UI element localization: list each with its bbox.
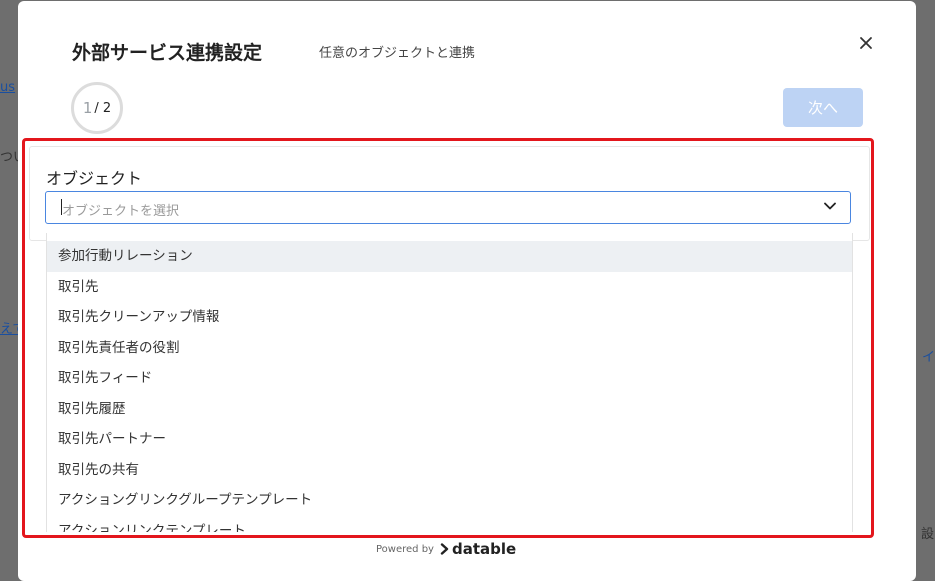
step-indicator: 1 / 2 <box>71 82 123 134</box>
step-current: 1 <box>82 99 93 117</box>
datable-logo: datable <box>440 540 516 558</box>
background-text-fragment: 設 <box>921 527 935 542</box>
background-text-fragment: イ <box>922 350 935 365</box>
chevron-right-icon <box>440 543 449 555</box>
dialog-subtitle: 任意のオブジェクトと連携 <box>319 46 476 61</box>
background-text-fragment: us <box>0 80 16 95</box>
powered-by-footer: Powered by datable <box>376 540 516 558</box>
dialog-title: 外部サービス連携設定 <box>72 42 263 64</box>
powered-by-text: Powered by <box>376 543 434 555</box>
close-button[interactable] <box>854 31 878 55</box>
highlight-annotation-box <box>22 138 874 538</box>
brand-name: datable <box>451 540 517 558</box>
close-icon <box>860 37 872 49</box>
next-button[interactable]: 次へ <box>783 88 863 127</box>
step-total: / 2 <box>94 100 112 116</box>
